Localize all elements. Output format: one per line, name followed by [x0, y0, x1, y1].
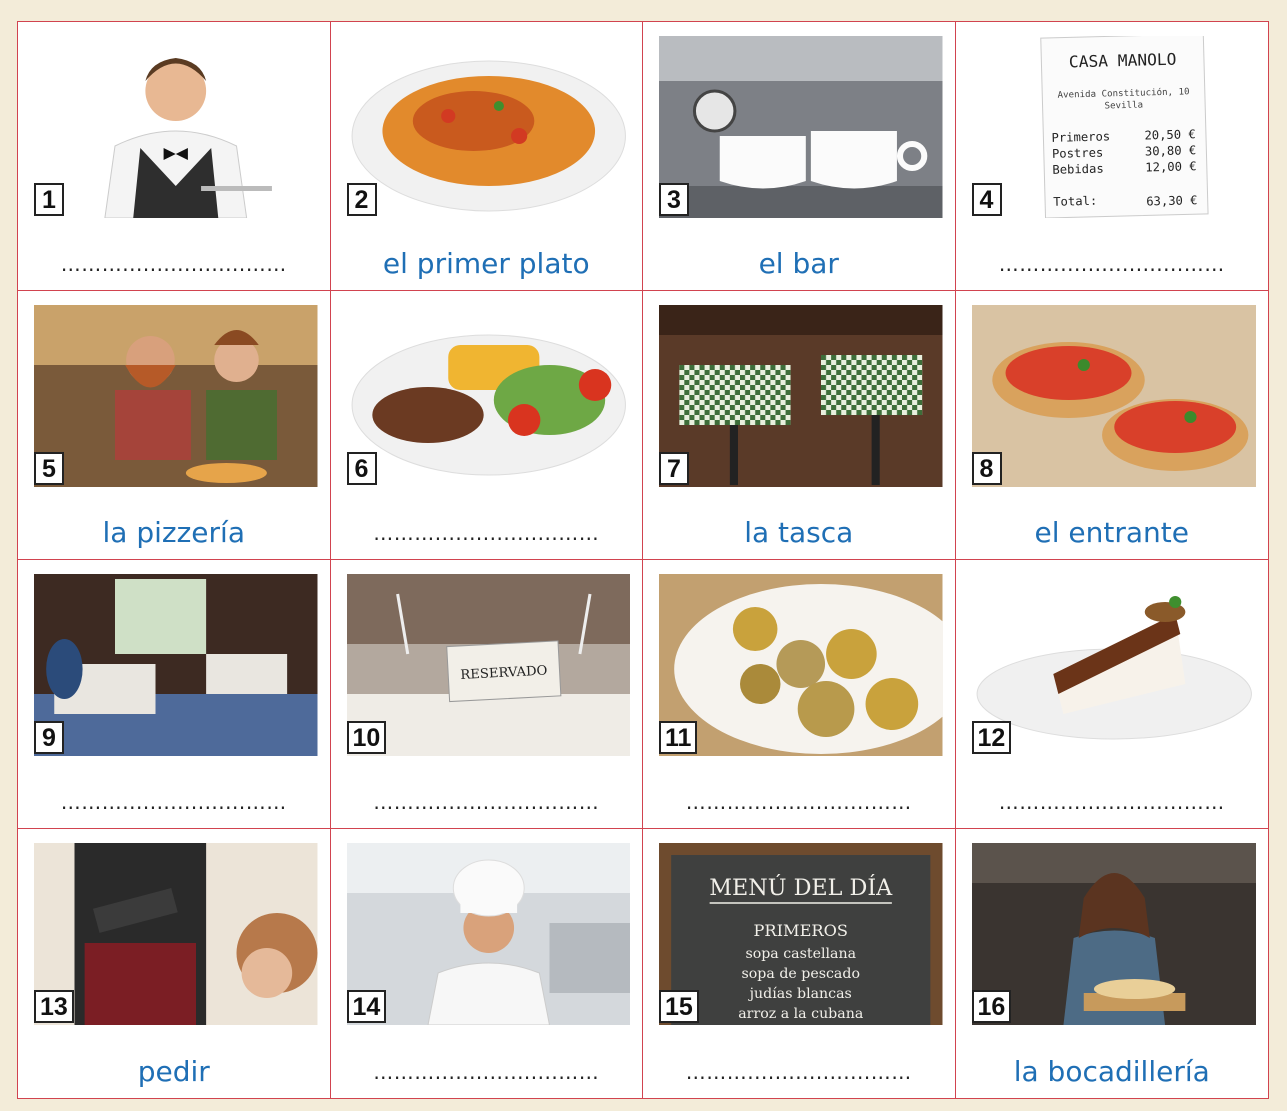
card-number: 12: [971, 721, 1012, 754]
answer-blank[interactable]: ………..................……: [331, 790, 643, 814]
menu-board-image: MENÚ DEL DÍA PRIMEROS sopa castellana so…: [659, 843, 943, 1025]
receipt-total-label: Total:: [1053, 194, 1097, 209]
menu-item: judías blancas: [748, 986, 852, 1002]
card-number: 4: [971, 183, 1002, 216]
receipt-row-amount: 30,80 €: [1144, 143, 1196, 158]
sandwich-shop-image: [971, 843, 1256, 1025]
pasta-plate-image: [346, 36, 630, 218]
receipt-row-label: Postres: [1051, 146, 1103, 161]
card-caption: pedir: [137, 1055, 210, 1088]
card-number: 10: [346, 721, 387, 754]
menu-item: sopa de pescado: [742, 966, 860, 982]
pizzeria-image: [34, 305, 318, 487]
receipt-address-2: Sevilla: [1104, 101, 1143, 112]
receipt-row-amount: 12,00 €: [1145, 159, 1197, 174]
card-1: 1 ………..................……: [18, 22, 331, 291]
espresso-machine-image: [659, 36, 943, 218]
ordering-image: [34, 843, 318, 1025]
card-caption: el entrante: [1034, 516, 1189, 549]
card-15: MENÚ DEL DÍA PRIMEROS sopa castellana so…: [643, 829, 956, 1098]
waiter-image: [34, 36, 318, 218]
card-number: 1: [34, 183, 64, 216]
answer-blank[interactable]: ………..................……: [956, 790, 1269, 814]
receipt-row-label: Primeros: [1051, 129, 1110, 144]
card-16: 16 la bocadillería: [955, 829, 1268, 1098]
card-number: 15: [659, 990, 699, 1023]
receipt-total-amount: 63,30 €: [1146, 193, 1198, 208]
receipt-row-amount: 20,50 €: [1144, 127, 1196, 142]
reserved-table-image: RESERVADO: [346, 574, 630, 756]
card-6: 6 ………..................……: [330, 291, 643, 560]
answer-blank[interactable]: ………..................……: [331, 1060, 643, 1084]
card-number: 5: [34, 452, 64, 485]
restaurant-image: [34, 574, 318, 756]
answer-blank[interactable]: ………..................……: [331, 521, 643, 545]
answer-blank[interactable]: ………..................……: [956, 252, 1269, 276]
card-caption: el primer plato: [382, 247, 590, 280]
tasca-image: [659, 305, 943, 487]
steak-plate-image: [346, 305, 630, 487]
card-number: 14: [346, 990, 387, 1023]
card-number: 13: [34, 990, 74, 1023]
menu-item: sopa castellana: [745, 946, 856, 962]
menu-item: arroz a la cubana: [738, 1006, 863, 1022]
card-2: 2 el primer plato: [330, 22, 643, 291]
vocabulary-grid: 1 ………..................…… 2 el primer pl…: [17, 21, 1269, 1099]
card-5: 5 la pizzería: [18, 291, 331, 560]
card-11: 11 ………..................……: [643, 560, 956, 829]
bruschetta-image: [971, 305, 1256, 487]
card-number: 7: [659, 452, 689, 485]
card-caption: la tasca: [744, 516, 854, 549]
chef-image: [346, 843, 630, 1025]
card-number: 8: [971, 452, 1002, 485]
card-number: 11: [659, 721, 698, 754]
card-number: 2: [346, 183, 377, 216]
answer-blank[interactable]: ………..................……: [18, 252, 330, 276]
card-4: CASA MANOLO Avenida Constitución, 10 Sev…: [955, 22, 1269, 291]
card-10: RESERVADO 10 ………..................……: [330, 560, 643, 829]
card-8: 8 el entrante: [955, 291, 1268, 560]
card-caption: la pizzería: [102, 516, 245, 549]
card-number: 3: [659, 183, 689, 216]
card-caption: la bocadillería: [1013, 1055, 1210, 1088]
card-9: 9 ………..................……: [18, 560, 331, 829]
card-caption: el bar: [758, 247, 839, 280]
card-14: 14 ………..................……: [330, 829, 643, 1098]
receipt-row-label: Bebidas: [1052, 162, 1104, 177]
receipt-image: CASA MANOLO Avenida Constitución, 10 Sev…: [971, 36, 1256, 218]
answer-blank[interactable]: ………..................……: [643, 790, 955, 814]
card-12: 12 ………..................……: [955, 560, 1269, 829]
card-number: 9: [34, 721, 64, 754]
card-7: 7 la tasca: [643, 291, 956, 560]
menu-section: PRIMEROS: [754, 921, 848, 940]
cheesecake-image: [971, 574, 1256, 756]
card-number: 16: [971, 990, 1012, 1023]
receipt-name: CASA MANOLO: [1068, 50, 1176, 72]
card-3: 3 el bar: [643, 22, 956, 291]
menu-title: MENÚ DEL DÍA: [709, 874, 893, 901]
card-number: 6: [346, 452, 377, 485]
answer-blank[interactable]: ………..................……: [18, 790, 330, 814]
card-13: 13 pedir: [18, 829, 331, 1098]
answer-blank[interactable]: ………..................……: [643, 1060, 955, 1084]
coins-image: [659, 574, 943, 756]
